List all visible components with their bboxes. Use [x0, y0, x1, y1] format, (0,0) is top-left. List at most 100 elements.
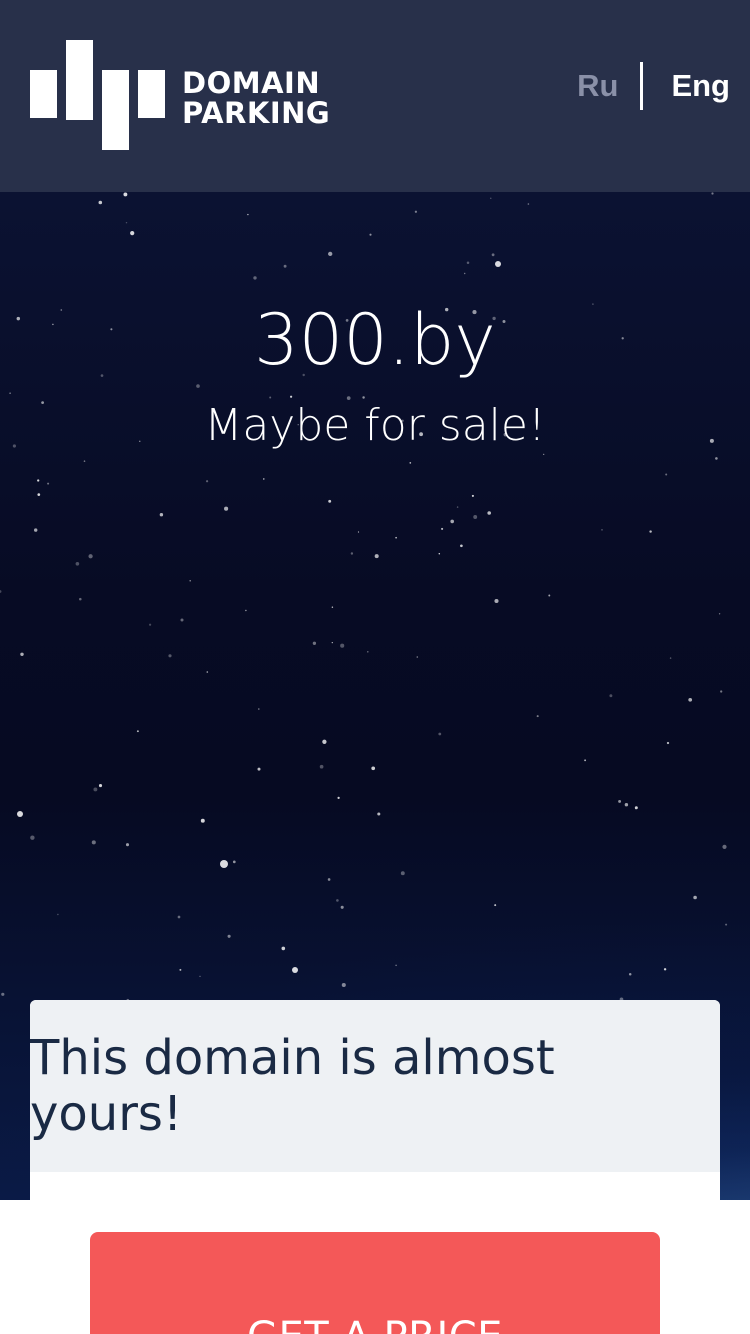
star: [400, 871, 405, 876]
star: [720, 690, 723, 693]
site-header: DOMAIN PARKING Ru Eng: [0, 0, 750, 192]
star: [494, 904, 497, 907]
star: [327, 878, 331, 881]
star: [206, 671, 209, 673]
star: [37, 479, 40, 482]
star: [328, 499, 332, 503]
star: [649, 530, 652, 533]
star: [253, 276, 257, 280]
star: [257, 767, 261, 771]
star: [634, 806, 638, 810]
star: [371, 766, 376, 771]
star: [331, 606, 334, 608]
star: [487, 511, 492, 515]
logo-bars-icon: [30, 40, 165, 150]
star: [367, 651, 369, 653]
lang-en-link[interactable]: Eng: [671, 68, 730, 104]
star: [336, 899, 339, 902]
star: [224, 506, 229, 511]
star: [125, 843, 130, 847]
star: [414, 210, 418, 213]
star: [281, 946, 286, 951]
star: [466, 261, 470, 265]
star: [584, 759, 587, 762]
star: [666, 741, 670, 745]
star: [722, 844, 727, 849]
star: [88, 554, 93, 559]
domain-parking-logo[interactable]: DOMAIN PARKING: [30, 40, 360, 152]
star: [463, 272, 466, 275]
star: [17, 811, 23, 817]
star: [628, 972, 632, 976]
star: [665, 473, 668, 476]
star: [548, 594, 551, 597]
star: [715, 457, 718, 460]
star: [350, 552, 354, 555]
star: [312, 641, 317, 645]
star: [20, 652, 24, 657]
star: [168, 654, 172, 658]
star: [328, 251, 333, 257]
star: [609, 694, 613, 698]
star: [180, 618, 184, 622]
star: [93, 787, 98, 792]
star: [292, 967, 298, 973]
star: [57, 913, 59, 916]
star: [220, 860, 228, 868]
logo-text-line2: PARKING: [182, 96, 331, 130]
star: [177, 915, 181, 919]
star: [340, 905, 344, 909]
star: [196, 384, 200, 388]
star: [536, 715, 539, 718]
star: [159, 513, 164, 517]
star: [369, 233, 372, 236]
star: [471, 494, 474, 497]
sale-subtitle: Maybe for sale!: [204, 400, 546, 451]
star: [205, 480, 209, 483]
star: [395, 964, 397, 967]
star: [232, 860, 236, 864]
star: [669, 657, 672, 659]
star: [340, 643, 345, 648]
domain-name: 300.by: [254, 299, 496, 381]
star: [601, 529, 603, 531]
star: [30, 835, 35, 840]
star: [199, 975, 201, 977]
star: [189, 580, 191, 582]
star: [98, 784, 103, 788]
star: [179, 968, 182, 971]
star: [441, 527, 444, 530]
offer-title: This domain is almost yours!: [30, 1030, 555, 1142]
star: [527, 203, 530, 205]
star: [409, 462, 412, 464]
star: [283, 264, 287, 268]
star: [34, 528, 38, 532]
star: [123, 192, 128, 197]
star: [83, 460, 86, 462]
star: [395, 536, 397, 539]
star: [245, 609, 247, 612]
star: [663, 968, 667, 971]
star: [125, 221, 128, 224]
star: [91, 840, 96, 845]
star: [47, 482, 50, 485]
star: [438, 732, 442, 736]
star: [491, 253, 495, 257]
star: [79, 597, 82, 601]
star: [130, 231, 135, 236]
star: [200, 818, 205, 823]
star: [227, 934, 231, 938]
star: [377, 812, 381, 816]
star: [688, 697, 693, 702]
star: [341, 982, 346, 988]
offer-card: This domain is almost yours! GET A PRICE: [30, 1000, 720, 1334]
star: [460, 544, 463, 548]
lang-ru-link[interactable]: Ru: [577, 68, 618, 104]
star: [98, 200, 103, 205]
star: [456, 506, 459, 508]
star: [374, 554, 379, 559]
star: [1, 992, 5, 996]
get-price-button[interactable]: GET A PRICE: [90, 1232, 660, 1334]
star: [357, 531, 360, 533]
star: [337, 796, 340, 800]
